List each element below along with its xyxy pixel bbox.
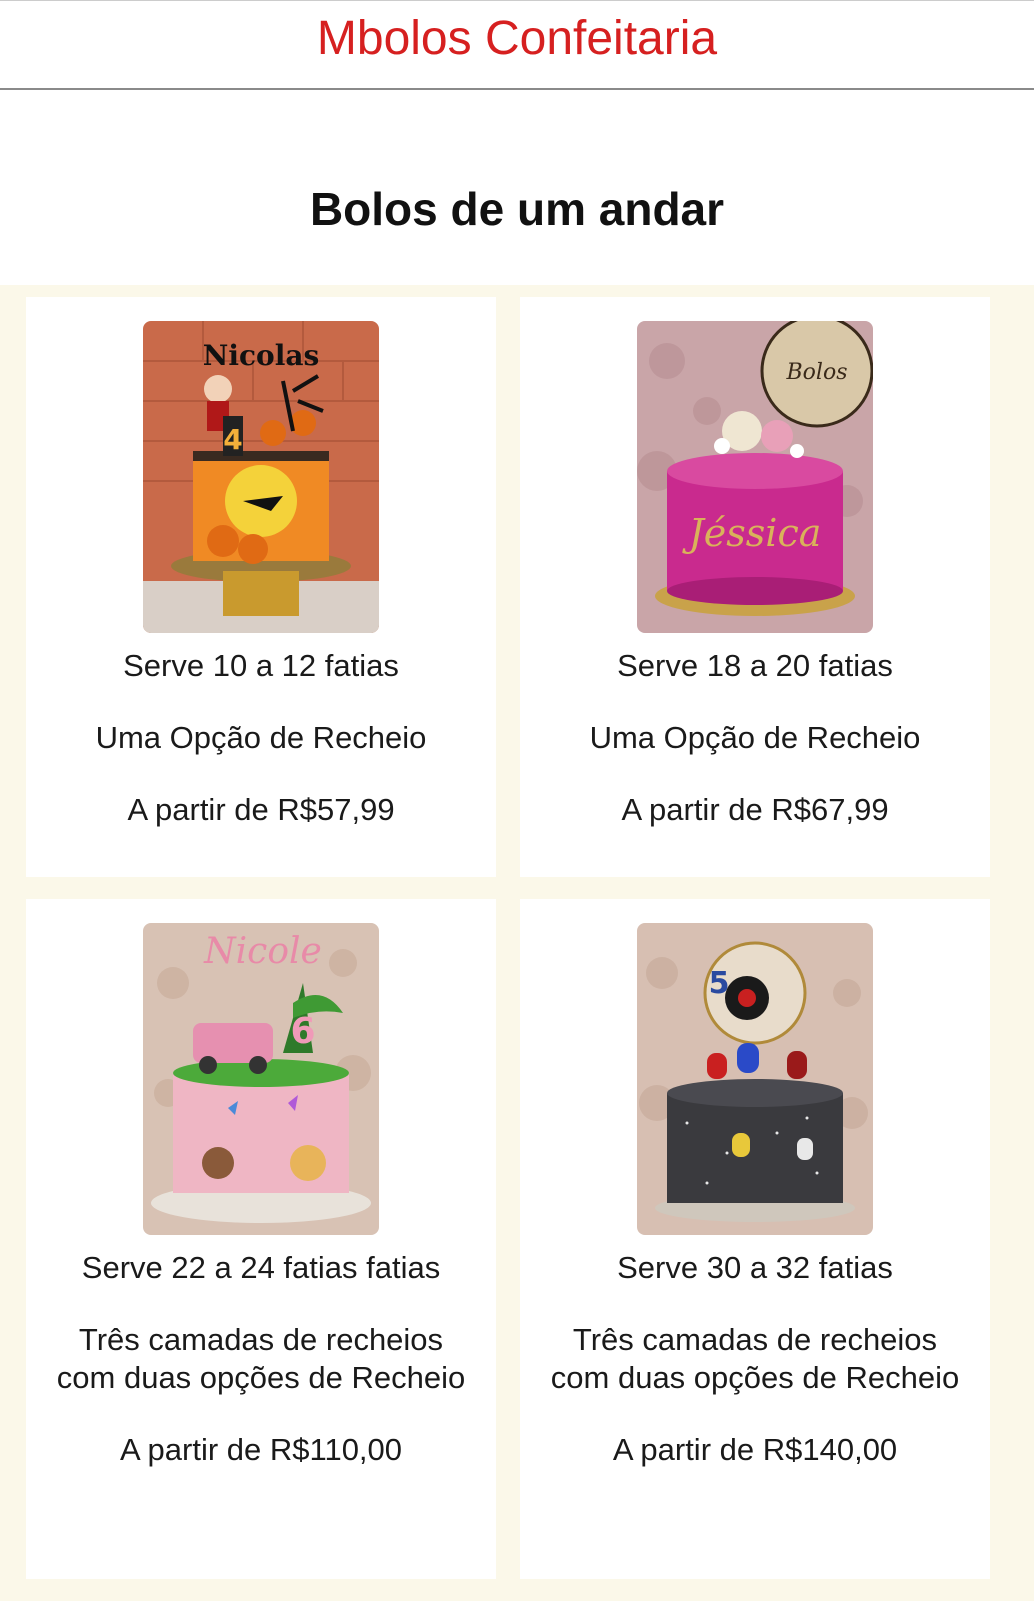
pink-glitter-cake-photo: Bolos Jéssica <box>637 321 873 633</box>
svg-text:Nicole: Nicole <box>203 931 322 972</box>
serves-label: Serve 18 a 20 fatias <box>617 648 893 683</box>
svg-text:6: 6 <box>290 1011 315 1052</box>
price-label: A partir de R$57,99 <box>127 792 395 827</box>
svg-text:Bolos: Bolos <box>786 360 848 385</box>
serves-label: Serve 30 a 32 fatias <box>617 1250 893 1285</box>
among-us-cake-photo: 5 <box>637 923 873 1235</box>
brand-title[interactable]: Mbolos Confeitaria <box>317 11 717 66</box>
filling-label: Três camadas de recheios com duas opções… <box>550 1322 960 1395</box>
product-card[interactable]: Bolos Jéssica Serve 18 a 20 fatias Uma O… <box>520 297 990 877</box>
filling-label: Três camadas de recheios com duas opções… <box>56 1322 466 1395</box>
filling-label: Uma Opção de Recheio <box>589 720 921 755</box>
filling-label: Uma Opção de Recheio <box>95 720 427 755</box>
price-label: A partir de R$140,00 <box>612 1432 898 1467</box>
svg-text:Nicolas: Nicolas <box>203 339 320 372</box>
serves-label: Serve 10 a 12 fatias <box>123 648 399 683</box>
product-card[interactable]: Nicole 6 Serve 22 a 24 fatias fatias Trê… <box>26 899 496 1579</box>
halloween-cake-photo: Nicolas 4 <box>143 321 379 633</box>
product-card[interactable]: 5 Serve 30 a 32 fatias Três camadas de r… <box>520 899 990 1579</box>
product-card[interactable]: Nicolas 4 Serve 10 a 12 fatias Uma Opção… <box>26 297 496 877</box>
svg-text:4: 4 <box>223 423 242 456</box>
product-grid-container: Nicolas 4 Serve 10 a 12 fatias Uma Opção… <box>0 285 1034 1601</box>
svg-text:5: 5 <box>709 966 730 1001</box>
app-header: Mbolos Confeitaria <box>0 0 1034 90</box>
price-label: A partir de R$110,00 <box>119 1432 403 1467</box>
product-grid: Nicolas 4 Serve 10 a 12 fatias Uma Opção… <box>26 297 1008 1579</box>
price-label: A partir de R$67,99 <box>621 792 889 827</box>
safari-cake-photo: Nicole 6 <box>143 923 379 1235</box>
section-title: Bolos de um andar <box>309 183 725 235</box>
serves-label: Serve 22 a 24 fatias fatias <box>81 1250 441 1285</box>
svg-text:Jéssica: Jéssica <box>682 511 822 555</box>
